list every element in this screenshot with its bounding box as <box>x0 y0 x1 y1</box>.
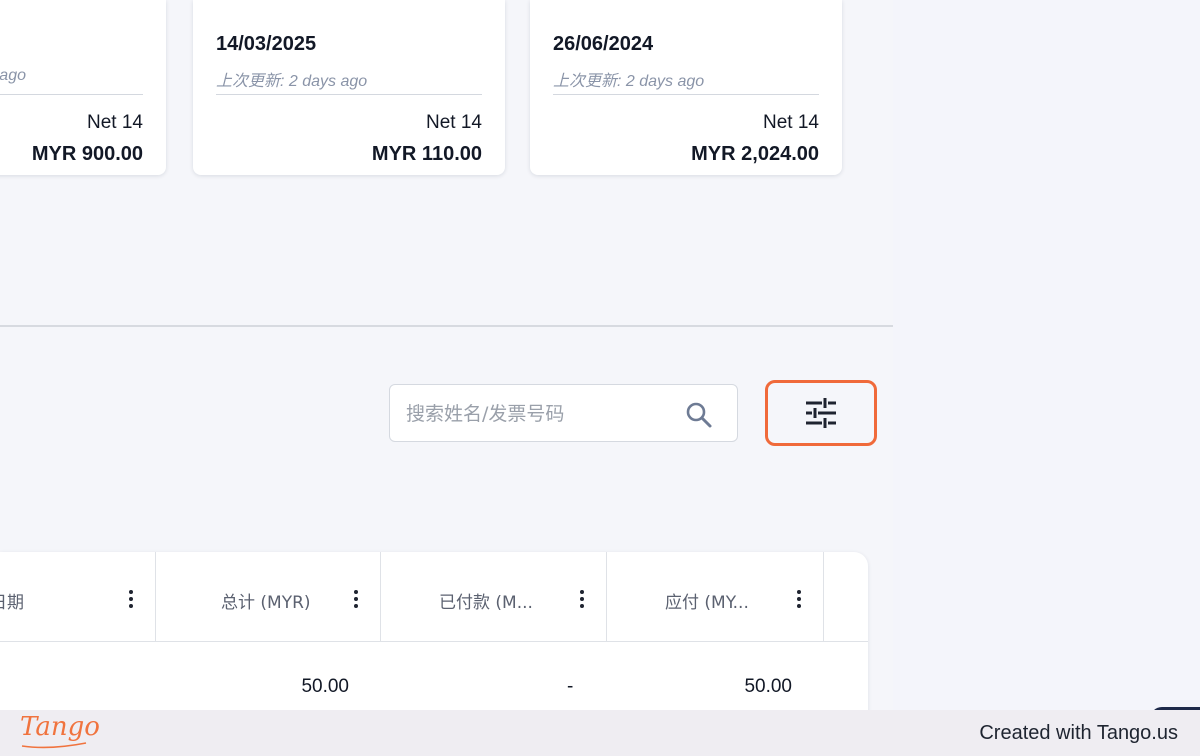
search-input[interactable] <box>404 395 678 433</box>
column-header-label: 总计 (MYR) <box>221 593 311 613</box>
column-header-extra <box>824 552 868 642</box>
invoice-card[interactable]: 14/03/2025 上次更新: 2 days ago Net 14 MYR 1… <box>193 0 505 175</box>
column-header-label: 应付 (MY... <box>665 593 749 613</box>
card-date: 14/03/2025 <box>216 33 317 55</box>
card-updated-text: 上次更新: 2 days ago <box>216 73 368 90</box>
section-divider <box>0 325 893 327</box>
card-updated-text: ago <box>0 67 26 84</box>
side-panel <box>893 0 1200 710</box>
more-vertical-icon[interactable] <box>579 590 585 608</box>
card-updated-text: 上次更新: 2 days ago <box>553 73 705 90</box>
search-icon[interactable] <box>684 400 714 430</box>
created-with-text: Created with Tango.us <box>979 722 1178 744</box>
card-amount: MYR 2,024.00 <box>691 143 819 165</box>
logo-swoosh-icon <box>21 742 87 749</box>
column-header-label: 日期 <box>0 593 24 613</box>
more-vertical-icon[interactable] <box>796 590 802 608</box>
card-payment-terms: Net 14 <box>87 112 143 133</box>
card-payment-terms: Net 14 <box>763 112 819 133</box>
card-amount: MYR 110.00 <box>371 143 482 165</box>
column-header-paid[interactable]: 已付款 (M... <box>381 552 607 642</box>
card-divider <box>216 94 482 95</box>
cell-total: 50.00 <box>301 676 349 697</box>
invoice-card[interactable]: ago Net 14 MYR 900.00 <box>0 0 166 175</box>
column-header-date[interactable]: 日期 <box>0 552 156 642</box>
card-divider <box>553 94 819 95</box>
cell-paid: - <box>567 676 574 697</box>
cell-due: 50.00 <box>744 676 792 697</box>
more-vertical-icon[interactable] <box>353 590 359 608</box>
more-vertical-icon[interactable] <box>128 590 134 608</box>
column-header-due[interactable]: 应付 (MY... <box>607 552 824 642</box>
column-header-label: 已付款 (M... <box>439 593 533 613</box>
invoice-card[interactable]: 26/06/2024 上次更新: 2 days ago Net 14 MYR 2… <box>530 0 842 175</box>
sliders-icon[interactable] <box>804 398 838 428</box>
card-divider <box>0 94 143 95</box>
card-payment-terms: Net 14 <box>426 112 482 133</box>
card-date: 26/06/2024 <box>553 33 654 55</box>
tango-logo: Tango <box>20 712 100 742</box>
card-amount: MYR 900.00 <box>31 143 143 165</box>
column-header-total[interactable]: 总计 (MYR) <box>156 552 381 642</box>
